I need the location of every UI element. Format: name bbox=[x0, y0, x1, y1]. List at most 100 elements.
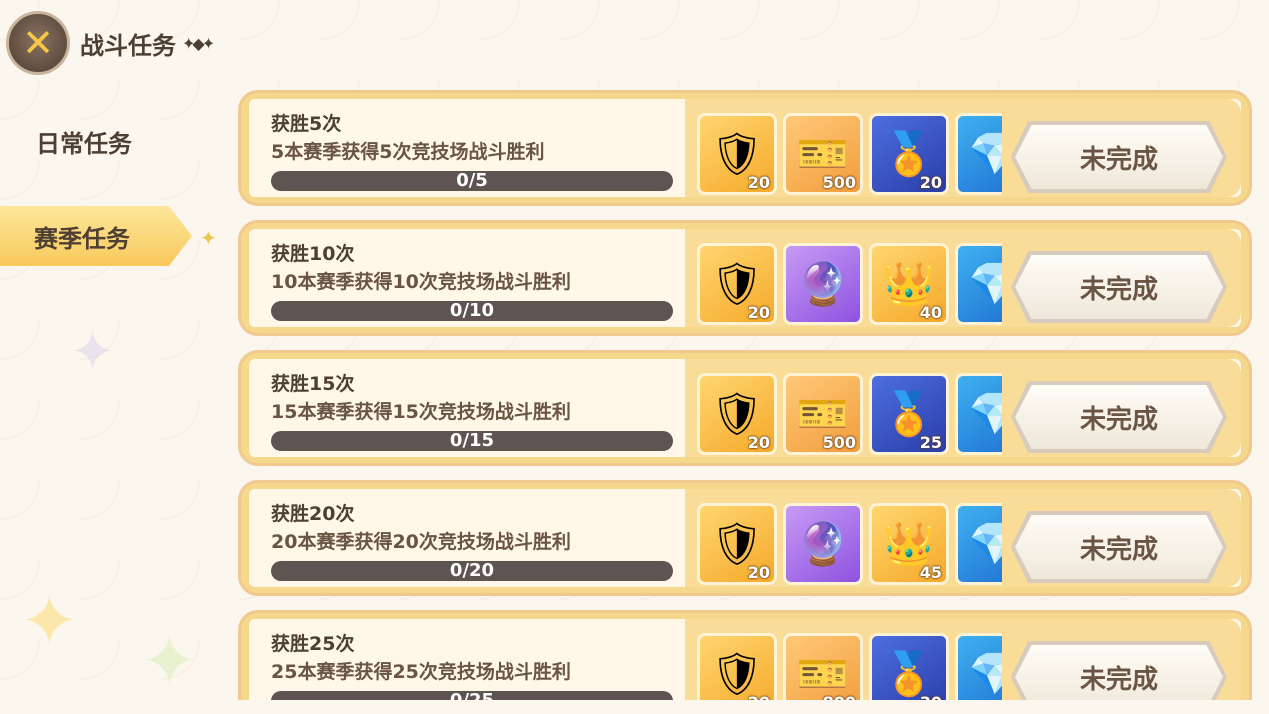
sparkle-icon: ✦ bbox=[200, 226, 217, 250]
reward-item[interactable]: 🎫 800 bbox=[783, 633, 863, 700]
task-description: 5本赛季获得5次竞技场战斗胜利 bbox=[271, 141, 545, 163]
task-row: 获胜10次 10本赛季获得10次竞技场战斗胜利 0/10 🛡 20 🔮 👑 40 💎… bbox=[238, 220, 1252, 336]
shield-star-icon: 🛡 bbox=[710, 649, 764, 698]
reward-quantity: 20 bbox=[747, 433, 770, 452]
reward-item[interactable]: 💎 bbox=[955, 243, 1002, 325]
shield-star-icon: 🛡 bbox=[710, 259, 764, 308]
reward-list: 🛡 20 🎫 500 🏅 20 💎 bbox=[697, 113, 1002, 197]
reward-item[interactable]: 🛡 20 bbox=[697, 113, 777, 195]
progress-text: 0/5 bbox=[456, 170, 488, 191]
reward-list: 🛡 20 🔮 👑 45 💎 bbox=[697, 503, 1002, 587]
task-row: 获胜25次 25本赛季获得25次竞技场战斗胜利 0/25 🛡 20🎫 800🏅 … bbox=[238, 610, 1252, 700]
reward-quantity: 500 bbox=[822, 173, 856, 192]
reward-item[interactable]: 🛡 20 bbox=[697, 243, 777, 325]
gold-medal-icon: 🏅 bbox=[882, 389, 936, 438]
reward-item[interactable]: 🛡 20 bbox=[697, 503, 777, 585]
status-button[interactable]: 未完成 bbox=[1015, 255, 1223, 319]
orb-icon: 🔮 bbox=[796, 259, 850, 308]
crystal-icon: 💎 bbox=[968, 389, 1002, 438]
status-button[interactable]: 未完成 bbox=[1015, 645, 1223, 700]
reward-item[interactable]: 🛡 20 bbox=[697, 373, 777, 455]
tab-daily[interactable]: 日常任务 bbox=[36, 124, 132, 159]
diamond-deco-icon: ✦◆✦ bbox=[182, 33, 215, 53]
tab-season-label: 赛季任务 bbox=[34, 224, 130, 253]
task-row: 获胜20次 20本赛季获得20次竞技场战斗胜利 0/20 🛡 20 🔮 👑 45 💎… bbox=[238, 480, 1252, 596]
reward-list: 🛡 20 🎫 500 🏅 25 💎 bbox=[697, 373, 1002, 457]
reward-item[interactable]: 💎 bbox=[955, 113, 1002, 195]
reward-quantity: 45 bbox=[919, 563, 942, 582]
progress-bar: 0/25 bbox=[271, 691, 673, 700]
reward-quantity: 20 bbox=[747, 303, 770, 322]
reward-item[interactable]: 🎫 500 bbox=[783, 113, 863, 195]
reward-quantity: 500 bbox=[822, 433, 856, 452]
task-row: 获胜5次 5本赛季获得5次竞技场战斗胜利 0/5 🛡 20 🎫 500 🏅 20 💎 … bbox=[238, 90, 1252, 206]
progress-bar: 0/5 bbox=[271, 171, 673, 191]
tab-season[interactable]: 赛季任务 bbox=[0, 206, 192, 266]
reward-item[interactable]: 👑 45 bbox=[869, 503, 949, 585]
back-button[interactable]: ✕ bbox=[6, 11, 70, 75]
status-label: 未完成 bbox=[1079, 404, 1158, 435]
status-button[interactable]: 未完成 bbox=[1015, 515, 1223, 579]
status-label: 未完成 bbox=[1079, 664, 1158, 695]
reward-quantity: 20 bbox=[747, 563, 770, 582]
progress-text: 0/20 bbox=[449, 560, 495, 581]
task-description: 10本赛季获得10次竞技场战斗胜利 bbox=[271, 271, 571, 293]
reward-quantity: 800 bbox=[823, 693, 856, 700]
task-panel: 获胜15次 15本赛季获得15次竞技场战斗胜利 0/15 🛡 20 🎫 500 🏅 … bbox=[249, 359, 1241, 457]
reward-item[interactable]: 🏅 30 bbox=[869, 633, 949, 700]
ticket-icon: 🎫 bbox=[796, 649, 850, 698]
reward-item[interactable]: 🏅 25 bbox=[869, 373, 949, 455]
status-label: 未完成 bbox=[1079, 274, 1158, 305]
task-title: 获胜10次 bbox=[271, 243, 355, 265]
crystal-icon: 💎 bbox=[968, 129, 1002, 178]
gold-medal-icon: 🏅 bbox=[882, 649, 936, 698]
reward-item[interactable]: 🎫 500 bbox=[783, 373, 863, 455]
status-button[interactable]: 未完成 bbox=[1015, 125, 1223, 189]
progress-bar: 0/15 bbox=[271, 431, 673, 451]
orb-icon: 🔮 bbox=[796, 519, 850, 568]
sparkle-decoration: ✦ bbox=[70, 320, 116, 383]
task-description: 25本赛季获得25次竞技场战斗胜利 bbox=[271, 661, 571, 683]
task-title: 获胜15次 bbox=[271, 373, 355, 395]
reward-item[interactable]: 🛡 20 bbox=[697, 633, 777, 700]
shield-star-icon: 🛡 bbox=[710, 129, 764, 178]
ticket-icon: 🎫 bbox=[796, 129, 850, 178]
crystal-icon: 💎 bbox=[968, 649, 1002, 698]
reward-item[interactable]: 💎 bbox=[955, 633, 1002, 700]
reward-quantity: 20 bbox=[748, 693, 770, 700]
crystal-icon: 💎 bbox=[968, 519, 1002, 568]
reward-item[interactable]: 💎 bbox=[955, 373, 1002, 455]
status-button[interactable]: 未完成 bbox=[1015, 385, 1223, 449]
task-panel: 获胜25次 25本赛季获得25次竞技场战斗胜利 0/25 🛡 20🎫 800🏅 … bbox=[249, 619, 1241, 700]
task-list[interactable]: 获胜5次 5本赛季获得5次竞技场战斗胜利 0/5 🛡 20 🎫 500 🏅 20 💎 … bbox=[238, 90, 1254, 700]
page-title: 战斗任务 bbox=[80, 31, 176, 60]
task-title: 获胜20次 bbox=[271, 503, 355, 525]
shield-star-icon: 🛡 bbox=[710, 519, 764, 568]
ticket-icon: 🎫 bbox=[796, 389, 850, 438]
task-panel: 获胜5次 5本赛季获得5次竞技场战斗胜利 0/5 🛡 20 🎫 500 🏅 20 💎 … bbox=[249, 99, 1241, 197]
reward-list: 🛡 20 🔮 👑 40 💎 bbox=[697, 243, 1002, 327]
header: ✕ 战斗任务 ✦◆✦ bbox=[6, 8, 215, 78]
reward-item[interactable]: 🔮 bbox=[783, 243, 863, 325]
crown-icon: 👑 bbox=[882, 519, 936, 568]
status-label: 未完成 bbox=[1079, 144, 1158, 175]
task-panel: 获胜10次 10本赛季获得10次竞技场战斗胜利 0/10 🛡 20 🔮 👑 40 💎… bbox=[249, 229, 1241, 327]
task-panel: 获胜20次 20本赛季获得20次竞技场战斗胜利 0/20 🛡 20 🔮 👑 45 💎… bbox=[249, 489, 1241, 587]
reward-quantity: 25 bbox=[919, 433, 942, 452]
status-label: 未完成 bbox=[1079, 534, 1158, 565]
progress-bar: 0/10 bbox=[271, 301, 673, 321]
reward-item[interactable]: 💎 bbox=[955, 503, 1002, 585]
progress-text: 0/25 bbox=[271, 691, 673, 701]
sparkle-decoration: ✦ bbox=[20, 580, 79, 662]
reward-item[interactable]: 👑 40 bbox=[869, 243, 949, 325]
task-title: 获胜5次 bbox=[271, 113, 342, 135]
reward-quantity: 40 bbox=[919, 303, 942, 322]
gold-medal-icon: 🏅 bbox=[882, 129, 936, 178]
reward-item[interactable]: 🏅 20 bbox=[869, 113, 949, 195]
reward-quantity: 20 bbox=[919, 173, 942, 192]
reward-item[interactable]: 🔮 bbox=[783, 503, 863, 585]
reward-quantity: 20 bbox=[747, 173, 770, 192]
crystal-icon: 💎 bbox=[968, 259, 1002, 308]
task-title: 获胜25次 bbox=[271, 633, 355, 655]
progress-bar: 0/20 bbox=[271, 561, 673, 581]
